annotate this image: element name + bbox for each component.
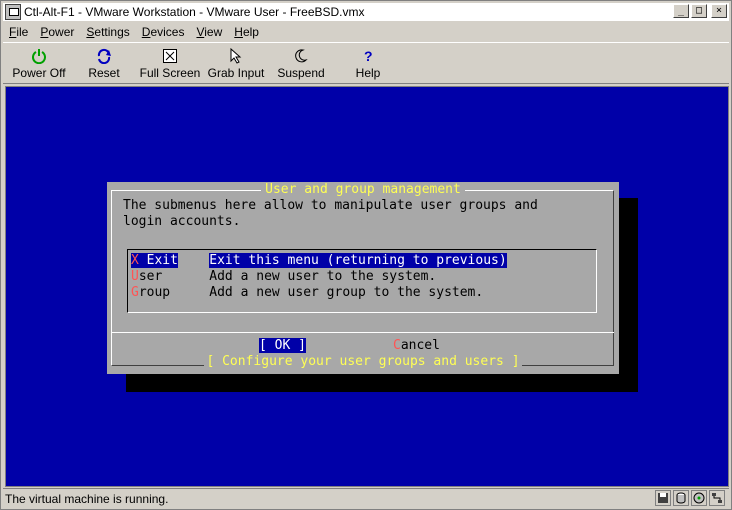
fullscreen-icon: [139, 48, 201, 64]
help-button[interactable]: ? Help: [353, 48, 383, 80]
menu-help[interactable]: Help: [234, 25, 259, 39]
window-controls: _ □ ×: [673, 4, 727, 18]
status-bar: The virtual machine is running.: [3, 488, 729, 508]
cdrom-icon[interactable]: [691, 490, 707, 506]
menu-view[interactable]: View: [196, 25, 222, 39]
vmware-window: Ctl-Alt-F1 - VMware Workstation - VMware…: [0, 0, 732, 510]
close-button[interactable]: ×: [711, 4, 727, 18]
minimize-button[interactable]: _: [673, 4, 689, 18]
window-title: Ctl-Alt-F1 - VMware Workstation - VMware…: [24, 5, 365, 19]
dialog-description: The submenus here allow to manipulate us…: [123, 198, 538, 229]
maximize-button[interactable]: □: [691, 4, 707, 18]
user-group-dialog: User and group management The submenus h…: [107, 182, 619, 374]
grab-input-icon: [207, 48, 265, 64]
ok-button[interactable]: [ OK ]: [259, 338, 306, 354]
menu-item-user[interactable]: User Add a new user to the system.: [131, 269, 436, 285]
menu-settings[interactable]: Settings: [86, 25, 129, 39]
menu-bar: File Power Settings Devices View Help: [3, 22, 729, 41]
title-bar[interactable]: Ctl-Alt-F1 - VMware Workstation - VMware…: [3, 3, 729, 21]
network-icon[interactable]: [709, 490, 725, 506]
suspend-icon: [277, 48, 325, 64]
dialog-divider: [111, 332, 614, 333]
status-text: The virtual machine is running.: [5, 491, 169, 506]
dialog-footer: [ Configure your user groups and users ]: [204, 354, 522, 369]
menu-power[interactable]: Power: [40, 25, 74, 39]
menu-devices[interactable]: Devices: [142, 25, 185, 39]
help-icon: ?: [353, 48, 383, 64]
reset-button[interactable]: Reset: [83, 48, 125, 80]
dialog-title: User and group management: [107, 182, 619, 198]
reset-icon: [83, 48, 125, 64]
suspend-button[interactable]: Suspend: [277, 48, 325, 80]
cancel-button[interactable]: Cancel: [393, 338, 440, 354]
svg-text:?: ?: [364, 48, 373, 64]
menu-file[interactable]: File: [9, 25, 28, 39]
power-off-button[interactable]: Power Off: [11, 48, 67, 80]
full-screen-button[interactable]: Full Screen: [139, 48, 201, 80]
floppy-icon[interactable]: [655, 490, 671, 506]
power-icon: [11, 48, 67, 64]
vm-console-screen[interactable]: User and group management The submenus h…: [5, 86, 729, 487]
device-status-icons: [655, 490, 725, 506]
grab-input-button[interactable]: Grab Input: [207, 48, 265, 80]
toolbar: Power Off Reset Full Screen Grab Input S…: [3, 42, 729, 84]
vmware-app-icon[interactable]: [5, 4, 21, 20]
menu-item-exit[interactable]: X Exit Exit this menu (returning to prev…: [131, 253, 507, 269]
menu-item-group[interactable]: Group Add a new user group to the system…: [131, 285, 483, 301]
hard-disk-icon[interactable]: [673, 490, 689, 506]
